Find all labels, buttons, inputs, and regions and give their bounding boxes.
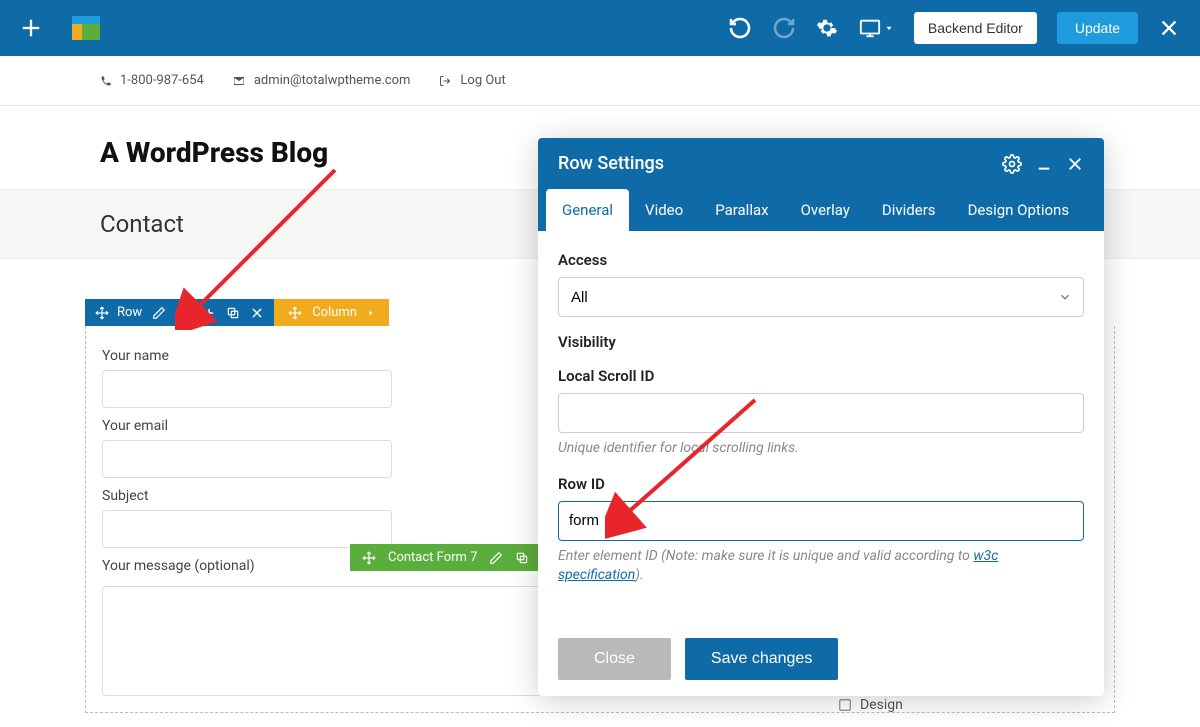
- edit-icon[interactable]: [489, 551, 503, 565]
- modal-body: Access All Visibility Local Scroll ID Un…: [538, 231, 1104, 622]
- viewport-icon[interactable]: [858, 17, 894, 39]
- delete-icon[interactable]: [250, 306, 264, 320]
- row-label: Row: [117, 305, 142, 320]
- gear-icon[interactable]: [1002, 154, 1022, 174]
- move-icon: [95, 306, 109, 320]
- logout-icon: [438, 75, 452, 87]
- checkbox-icon: [838, 698, 852, 712]
- update-button[interactable]: Update: [1057, 12, 1138, 44]
- cf7-toolbar[interactable]: Contact Form 7: [350, 544, 563, 571]
- email-text: admin@totalwptheme.com: [254, 73, 411, 88]
- tab-general[interactable]: General: [546, 189, 629, 231]
- toolbar-left: [20, 16, 100, 40]
- email-item: admin@totalwptheme.com: [232, 73, 411, 88]
- modal-title: Row Settings: [558, 153, 664, 174]
- tab-parallax[interactable]: Parallax: [699, 189, 784, 231]
- name-input[interactable]: [102, 370, 392, 408]
- templates-icon[interactable]: [72, 16, 100, 40]
- logout-text: Log Out: [460, 73, 505, 88]
- chevron-right-icon: [367, 307, 375, 319]
- visibility-label: Visibility: [558, 333, 1084, 351]
- move-icon: [362, 551, 376, 565]
- row-id-hint: Enter element ID (Note: make sure it is …: [558, 547, 1084, 586]
- close-icon[interactable]: [1066, 155, 1084, 173]
- design-checkbox[interactable]: Design: [838, 697, 903, 713]
- phone-icon: [100, 75, 112, 87]
- info-bar: 1-800-987-654 admin@totalwptheme.com Log…: [0, 56, 1200, 106]
- redo-icon: [772, 16, 796, 40]
- phone-item: 1-800-987-654: [100, 73, 204, 88]
- modal-footer: Close Save changes: [538, 622, 1104, 696]
- logout-item[interactable]: Log Out: [438, 73, 505, 88]
- close-icon[interactable]: [1158, 17, 1180, 39]
- email-icon: [232, 75, 246, 87]
- tab-dividers[interactable]: Dividers: [866, 189, 952, 231]
- plus-icon[interactable]: [202, 306, 216, 320]
- scroll-id-hint: Unique identifier for local scrolling li…: [558, 439, 1084, 459]
- phone-text: 1-800-987-654: [120, 73, 204, 88]
- edit-icon[interactable]: [152, 306, 166, 320]
- gear-icon[interactable]: [816, 17, 838, 39]
- column-controls[interactable]: Column: [274, 299, 389, 326]
- scroll-id-input[interactable]: [558, 393, 1084, 433]
- cf7-label: Contact Form 7: [388, 550, 477, 565]
- tab-video[interactable]: Video: [629, 189, 699, 231]
- tab-overlay[interactable]: Overlay: [785, 189, 866, 231]
- toolbar-right: Backend Editor Update: [728, 12, 1180, 44]
- top-toolbar: Backend Editor Update: [0, 0, 1200, 56]
- subject-input[interactable]: [102, 510, 392, 548]
- row-id-label: Row ID: [558, 475, 1084, 493]
- copy-icon[interactable]: [226, 306, 240, 320]
- copy-icon[interactable]: [515, 551, 529, 565]
- row-settings-modal: Row Settings General Video Parallax Over…: [538, 138, 1104, 696]
- undo-icon[interactable]: [728, 16, 752, 40]
- column-label: Column: [312, 305, 357, 320]
- modal-tabs: General Video Parallax Overlay Dividers …: [538, 189, 1104, 231]
- modal-header: Row Settings: [538, 138, 1104, 189]
- save-button[interactable]: Save changes: [685, 638, 838, 680]
- close-button[interactable]: Close: [558, 638, 671, 680]
- row-id-input[interactable]: [558, 501, 1084, 541]
- scroll-id-label: Local Scroll ID: [558, 367, 1084, 385]
- minimize-icon[interactable]: [1036, 156, 1052, 172]
- row-controls[interactable]: Row: [85, 299, 274, 326]
- add-icon[interactable]: [20, 17, 42, 39]
- access-label: Access: [558, 251, 1084, 269]
- tab-design-options[interactable]: Design Options: [952, 189, 1086, 231]
- access-select[interactable]: All: [558, 277, 1084, 317]
- backend-editor-button[interactable]: Backend Editor: [914, 12, 1037, 44]
- email-input[interactable]: [102, 440, 392, 478]
- move-icon: [288, 306, 302, 320]
- menu-icon[interactable]: [176, 306, 192, 320]
